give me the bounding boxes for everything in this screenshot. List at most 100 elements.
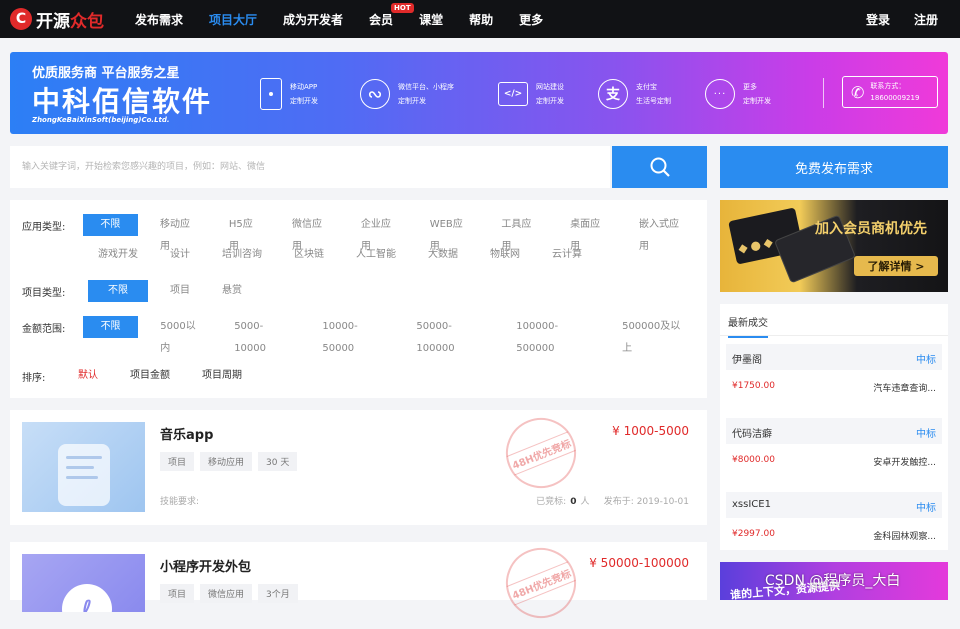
service-line: 移动APP: [290, 83, 318, 91]
nav-item-more[interactable]: 更多: [519, 11, 543, 28]
filter-option[interactable]: 微信应用: [282, 214, 339, 252]
stamp-text: 48H优先竞标: [506, 560, 576, 606]
filter-option[interactable]: 大数据: [418, 244, 468, 266]
service-website: </> 网站建设 定制开发: [498, 74, 564, 114]
bids-label: 已竞标:: [536, 497, 567, 507]
filter-option[interactable]: 人工智能: [346, 244, 406, 266]
contact-phone: 18600009219: [870, 94, 920, 102]
nav-item-project-hall[interactable]: 项目大厅: [209, 11, 257, 28]
sort-option-period[interactable]: 项目周期: [192, 365, 252, 387]
filter-option[interactable]: 移动应用: [150, 214, 207, 252]
filter-option[interactable]: 不限: [88, 280, 148, 302]
phone-illustration-icon: [58, 444, 110, 506]
filter-option[interactable]: 工具应用: [491, 214, 548, 252]
filter-option[interactable]: 5000以内: [150, 316, 212, 354]
nav-item-post-demand[interactable]: 发布需求: [135, 11, 183, 28]
project-card[interactable]: ℓ 小程序开发外包 项目 微信应用 3个月 48H优先竞标 ¥ 50000-10…: [10, 537, 707, 629]
project-title[interactable]: 音乐app: [160, 424, 213, 443]
vip-banner[interactable]: ◆●◆ 加入会员商机优先 了解详情 >: [720, 200, 948, 292]
filter-option[interactable]: 游戏开发: [88, 244, 148, 266]
contact-box[interactable]: ✆ 联系方式： 18600009219: [842, 76, 938, 108]
project-title[interactable]: 小程序开发外包: [160, 556, 251, 575]
alipay-icon: 支: [598, 79, 628, 109]
filter-row-amount: 金额范围: 不限 5000以内 5000-10000 10000-50000 5…: [22, 316, 707, 354]
filter-option[interactable]: 500000及以上: [612, 316, 695, 354]
filter-panel: 应用类型: 不限 移动应用 H5应用 微信应用 企业应用 WEB应用 工具应用 …: [10, 200, 707, 398]
filter-row-app-type: 应用类型: 不限 移动应用 H5应用 微信应用 企业应用 WEB应用 工具应用 …: [22, 214, 707, 252]
service-line: 定制开发: [398, 97, 426, 105]
contact-label: 联系方式：: [870, 82, 906, 90]
deal-item[interactable]: 代码洁癖 中标 ¥8000.00 安卓开发触控...: [726, 418, 942, 478]
filter-option[interactable]: 桌面应用: [560, 214, 617, 252]
service-line: 定制开发: [743, 97, 771, 105]
project-card[interactable]: 音乐app 项目 移动应用 30 天 技能要求: 48H优先竞标 ¥ 1000-…: [10, 407, 707, 525]
project-skills: 技能要求:: [160, 497, 200, 507]
nav-item-become-developer[interactable]: 成为开发者: [283, 11, 343, 28]
search-button[interactable]: [612, 146, 707, 188]
mobile-phone-icon: [260, 78, 282, 110]
filter-option[interactable]: 50000-100000: [406, 316, 494, 354]
stamp-text: 48H优先竞标: [506, 430, 576, 476]
project-price: ¥ 1000-5000: [612, 424, 689, 438]
login-link[interactable]: 登录: [866, 11, 890, 28]
nav-item-classroom[interactable]: 课堂: [419, 11, 443, 28]
filter-option[interactable]: 项目: [160, 280, 200, 302]
project-tag: 项目: [160, 452, 195, 471]
filter-option[interactable]: 5000-10000: [224, 316, 300, 354]
project-thumbnail: ℓ: [22, 554, 145, 612]
banner-company-en: ZhongKeBaiXinSoft(beijing)Co.Ltd.: [32, 116, 170, 124]
logo[interactable]: C 开源 众包: [10, 6, 104, 32]
filter-row-app-type-2: 游戏开发 设计 培训咨询 区块链 人工智能 大数据 物联网 云计算: [88, 244, 604, 266]
filter-option[interactable]: 10000-50000: [312, 316, 394, 354]
filter-option[interactable]: 100000-500000: [506, 316, 600, 354]
banner-company-name: 中科佰信软件: [32, 85, 213, 118]
service-line: 定制开发: [290, 97, 318, 105]
filter-row-project-type: 项目类型: 不限 项目 悬赏: [22, 280, 264, 302]
project-tags: 项目 移动应用 30 天: [160, 452, 303, 471]
vip-details-button[interactable]: 了解详情 >: [854, 256, 938, 276]
filter-option[interactable]: 悬赏: [212, 280, 252, 302]
nav-item-help[interactable]: 帮助: [469, 11, 493, 28]
nav-item-membership[interactable]: 会员 HOT: [369, 2, 414, 28]
filter-option[interactable]: 物联网: [480, 244, 530, 266]
deal-item[interactable]: xssICE1 中标 ¥2997.00 金科园林观察...: [726, 492, 942, 552]
phone-icon: ✆: [851, 82, 865, 102]
filter-option[interactable]: 云计算: [542, 244, 592, 266]
company-banner[interactable]: 优质服务商 平台服务之星 中科佰信软件 ZhongKeBaiXinSoft(be…: [10, 52, 948, 134]
deal-developer: xssICE1: [732, 499, 771, 510]
project-tag: 30 天: [258, 452, 298, 471]
register-link[interactable]: 注册: [914, 11, 938, 28]
project-thumbnail: [22, 422, 145, 512]
filter-option[interactable]: 企业应用: [351, 214, 408, 252]
deal-item[interactable]: 伊墨阁 中标 ¥1750.00 汽车违章查询...: [726, 344, 942, 404]
filter-option[interactable]: WEB应用: [420, 214, 480, 252]
posted-date: 发布于: 2019-10-01: [603, 497, 689, 507]
filter-option[interactable]: 区块链: [284, 244, 334, 266]
filter-option[interactable]: 不限: [82, 214, 138, 236]
logo-text-2: 众包: [70, 11, 104, 32]
search-input[interactable]: [10, 146, 610, 188]
service-line: 支付宝: [636, 83, 657, 91]
project-tag: 微信应用: [200, 584, 253, 603]
search-icon: [650, 157, 670, 177]
post-demand-button[interactable]: 免费发布需求: [720, 146, 948, 188]
project-tag: 3个月: [258, 584, 298, 603]
priority-stamp-icon: 48H优先竞标: [495, 537, 587, 629]
service-wechat: 微信平台、小程序 定制开发: [360, 74, 454, 114]
sort-option-default[interactable]: 默认: [68, 365, 108, 387]
deal-price: ¥1750.00: [732, 381, 775, 391]
deal-price: ¥2997.00: [732, 529, 775, 539]
project-price: ¥ 50000-100000: [589, 556, 689, 570]
filter-option[interactable]: 培训咨询: [212, 244, 272, 266]
nav-menu: 发布需求 项目大厅 成为开发者 会员 HOT 课堂 帮助 更多: [135, 0, 569, 38]
banner-divider: [823, 78, 824, 108]
filter-option[interactable]: 嵌入式应用: [629, 214, 695, 252]
mini-program-icon: [360, 79, 390, 109]
filter-option[interactable]: 不限: [82, 316, 139, 338]
filter-label: 项目类型:: [22, 287, 66, 299]
divider: [720, 335, 948, 336]
banner-slogan: 优质服务商 平台服务之星: [32, 66, 180, 81]
sort-option-amount[interactable]: 项目金额: [120, 365, 180, 387]
filter-option[interactable]: 设计: [160, 244, 200, 266]
filter-option[interactable]: H5应用: [219, 214, 270, 252]
